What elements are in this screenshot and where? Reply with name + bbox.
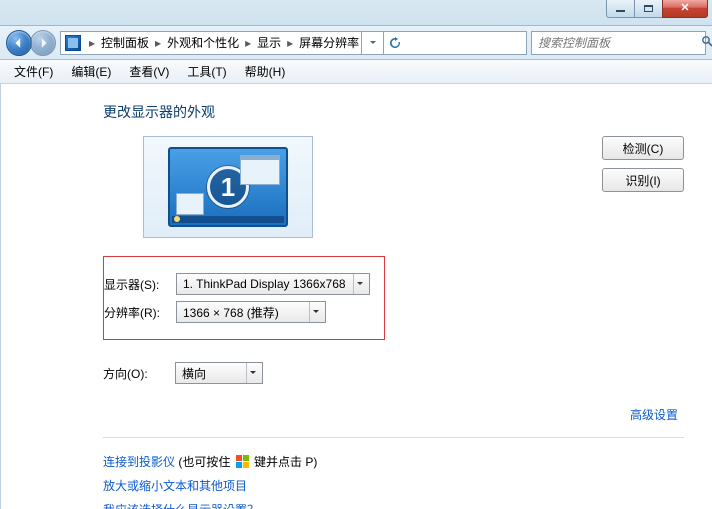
advanced-row: 高级设置	[103, 406, 684, 423]
close-icon: ✕	[680, 3, 689, 14]
address-bar[interactable]: ▸ 控制面板▸ 外观和个性化▸ 显示▸ 屏幕分辨率	[60, 31, 527, 55]
display-row: 显示器(S): 1. ThinkPad Display 1366x768	[104, 273, 370, 295]
projector-line: 连接到投影仪 (也可按住 键并点击 P)	[103, 450, 684, 474]
start-glyph	[174, 216, 180, 222]
window-titlebar: ✕	[0, 0, 712, 26]
resolution-row: 分辨率(R): 1366 × 768 (推荐)	[104, 301, 370, 323]
arrow-left-icon	[13, 37, 25, 49]
crumb-control-panel[interactable]: 控制面板▸	[99, 32, 165, 54]
menu-help[interactable]: 帮助(H)	[237, 61, 294, 82]
orientation-row: 方向(O): 横向	[103, 362, 684, 384]
menu-tools[interactable]: 工具(T)	[179, 61, 234, 82]
orientation-select[interactable]: 横向	[175, 362, 263, 384]
arrow-right-icon	[37, 37, 49, 49]
refresh-button[interactable]	[383, 32, 405, 54]
advanced-settings-link[interactable]: 高级设置	[630, 408, 678, 422]
display-value: 1. ThinkPad Display 1366x768	[183, 277, 346, 291]
crumb-label: 屏幕分辨率	[297, 34, 361, 51]
control-panel-icon	[65, 35, 81, 51]
orientation-value: 横向	[182, 365, 206, 382]
minimize-icon	[616, 10, 625, 12]
chevron-down-icon	[246, 363, 258, 383]
minimize-button[interactable]	[606, 0, 635, 18]
crumb-label: 显示	[255, 34, 283, 51]
resolution-value: 1366 × 768 (推荐)	[183, 304, 279, 321]
display-label: 显示器(S):	[104, 276, 176, 293]
menu-file[interactable]: 文件(F)	[6, 61, 61, 82]
detect-button[interactable]: 检测(C)	[602, 136, 684, 160]
taskbar-glyph	[172, 216, 284, 223]
crumb-label: 外观和个性化	[165, 34, 241, 51]
chevron-down-icon	[353, 274, 365, 294]
crumb-resolution[interactable]: 屏幕分辨率	[297, 32, 361, 54]
windows-key-icon	[236, 455, 249, 468]
search-input[interactable]	[536, 35, 697, 51]
monitor-preview[interactable]: 1	[143, 136, 313, 238]
preview-row: 1 检测(C) 识别(I)	[103, 136, 684, 238]
window-glyph	[240, 155, 280, 185]
textsize-link[interactable]: 放大或缩小文本和其他项目	[103, 479, 247, 493]
desktop-glyph	[176, 193, 204, 215]
display-select[interactable]: 1. ThinkPad Display 1366x768	[176, 273, 370, 295]
search-icon	[701, 35, 712, 51]
preview-side-buttons: 检测(C) 识别(I)	[602, 136, 684, 192]
divider	[103, 437, 684, 438]
search-box[interactable]	[531, 31, 706, 55]
maximize-icon	[644, 5, 653, 12]
menu-edit[interactable]: 编辑(E)	[63, 61, 119, 82]
resolution-label: 分辨率(R):	[104, 304, 176, 321]
chevron-right-icon: ▸	[85, 36, 99, 50]
chevron-right-icon: ▸	[151, 36, 165, 50]
address-dropdown-button[interactable]	[361, 32, 383, 54]
chevron-right-icon: ▸	[283, 36, 297, 50]
close-button[interactable]: ✕	[662, 0, 708, 18]
highlight-box: 显示器(S): 1. ThinkPad Display 1366x768 分辨率…	[103, 256, 385, 340]
maximize-button[interactable]	[634, 0, 663, 18]
which-settings-link[interactable]: 我应该选择什么显示器设置？	[103, 503, 259, 509]
content-area: 更改显示器的外观 1 检测(C) 识别(I) 显示器(S): 1. ThinkP…	[0, 84, 712, 509]
projector-hint-after: 键并点击 P)	[251, 455, 318, 469]
window-buttons: ✕	[607, 0, 708, 18]
chevron-down-icon	[309, 302, 321, 322]
chevron-right-icon: ▸	[241, 36, 255, 50]
nav-back-button[interactable]	[6, 30, 32, 56]
nav-arrows	[6, 30, 56, 56]
refresh-icon	[389, 37, 401, 49]
menu-bar: 文件(F) 编辑(E) 查看(V) 工具(T) 帮助(H)	[0, 60, 712, 84]
crumb-display[interactable]: 显示▸	[255, 32, 297, 54]
projector-link[interactable]: 连接到投影仪	[103, 455, 175, 469]
address-row: ▸ 控制面板▸ 外观和个性化▸ 显示▸ 屏幕分辨率	[0, 26, 712, 60]
chevron-down-icon	[369, 39, 377, 47]
crumb-appearance[interactable]: 外观和个性化▸	[165, 32, 255, 54]
page-heading: 更改显示器的外观	[103, 102, 684, 122]
identify-button[interactable]: 识别(I)	[602, 168, 684, 192]
crumb-label: 控制面板	[99, 34, 151, 51]
projector-hint-before: (也可按住	[175, 455, 234, 469]
orientation-label: 方向(O):	[103, 365, 175, 382]
resolution-select[interactable]: 1366 × 768 (推荐)	[176, 301, 326, 323]
nav-forward-button[interactable]	[30, 30, 56, 56]
monitor-icon: 1	[168, 147, 288, 227]
footer-links: 连接到投影仪 (也可按住 键并点击 P) 放大或缩小文本和其他项目 我应该选择什…	[103, 450, 684, 509]
menu-view[interactable]: 查看(V)	[121, 61, 177, 82]
